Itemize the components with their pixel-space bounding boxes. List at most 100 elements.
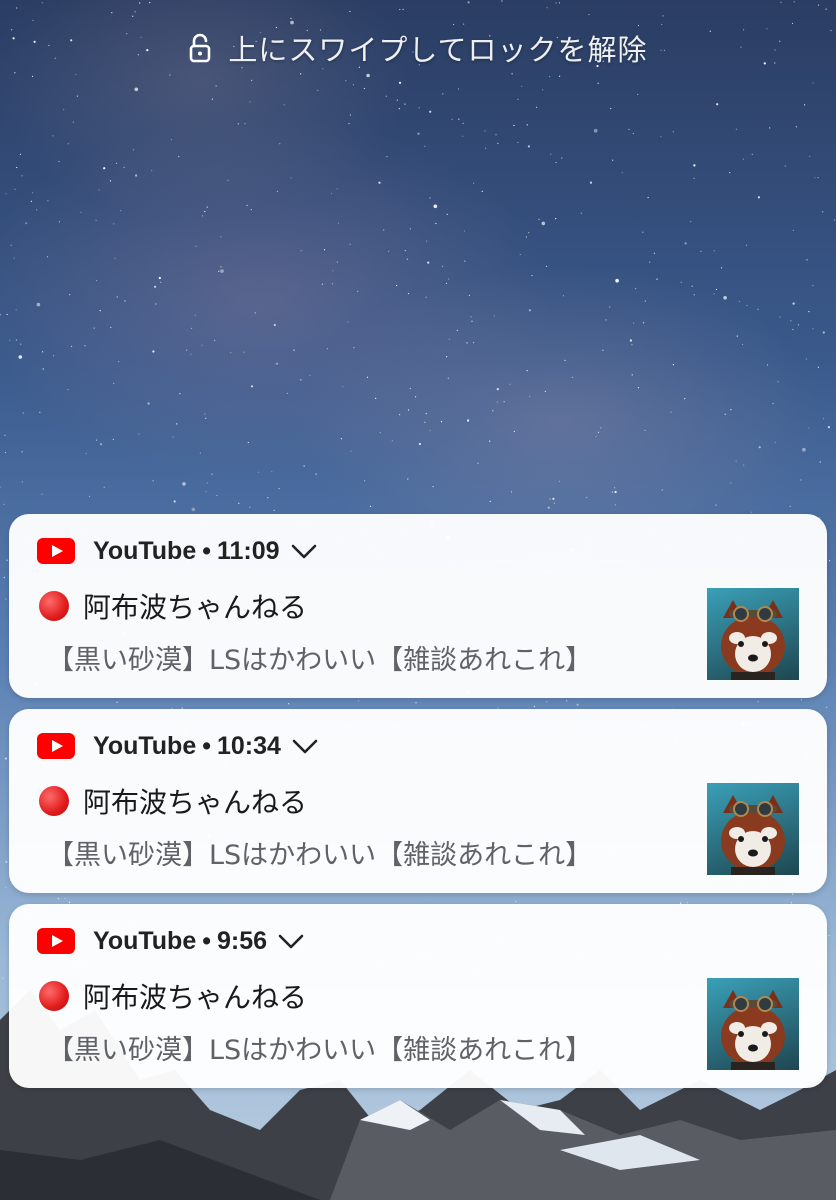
star [757,308,759,310]
star [808,427,810,429]
star [589,181,593,184]
star [615,278,619,283]
star [429,430,431,432]
star [46,256,49,258]
star [36,302,41,307]
star [67,143,69,145]
star [132,15,134,17]
star [481,190,483,192]
star [288,703,290,705]
star [566,700,568,702]
star [135,174,138,177]
star [398,108,400,110]
star [614,504,616,506]
chevron-down-icon[interactable] [277,931,305,951]
star [21,481,23,483]
star [468,294,470,296]
star [211,98,213,100]
unlock-hint: 上にスワイプしてロックを解除 [0,26,836,70]
star [134,87,139,92]
star [254,312,256,314]
star [340,438,342,440]
star [220,236,222,238]
star [558,480,561,482]
star [88,495,91,497]
notification-title: 阿布波ちゃんねる [39,586,307,626]
channel-thumbnail [707,588,799,680]
star [31,192,34,194]
star [511,73,513,75]
star [195,245,197,247]
star [300,250,302,252]
chevron-down-icon[interactable] [291,736,319,756]
star [790,320,792,322]
star [366,376,369,378]
star [750,511,752,513]
live-indicator-icon [39,981,69,1011]
star [5,598,7,600]
star [780,1,782,3]
star [735,460,737,462]
notification-card[interactable]: YouTube • 10:34 阿布波ちゃんねる 【黒い砂漠】LSはかわいい【雑… [9,709,827,893]
star [42,368,44,370]
star [96,439,98,441]
notification-text: 【黒い砂漠】LSはかわいい【雑談あれこれ】 [47,645,593,676]
star [201,344,203,346]
channel-name: 阿布波ちゃんねる [83,591,308,624]
star [643,322,645,324]
channel-name: 阿布波ちゃんねる [83,786,308,819]
star [391,440,393,442]
star [684,398,686,400]
star [735,128,738,130]
star [9,339,11,341]
star [138,433,140,435]
notification-card[interactable]: YouTube • 9:56 阿布波ちゃんねる 【黒い砂漠】LSはかわいい【雑談… [9,904,827,1088]
star [433,204,438,209]
star [63,109,65,111]
star [84,345,86,347]
chevron-down-icon[interactable] [290,541,318,561]
notification-card[interactable]: YouTube • 11:09 阿布波ちゃんねる 【黒い砂漠】LSはかわいい【雑… [9,514,827,698]
star [528,309,532,312]
star [111,12,113,14]
star [513,124,515,127]
star [16,166,18,169]
star [550,153,552,155]
star [385,95,387,97]
star [206,206,208,208]
star [519,253,521,256]
star [64,897,66,899]
star [649,261,651,263]
star [552,497,555,500]
star [4,451,7,454]
star [18,355,23,359]
star [95,219,97,221]
star [546,265,548,267]
star [201,215,204,217]
star [220,269,224,273]
star [751,153,753,155]
red-panda-avatar [721,990,785,1070]
star [496,401,498,403]
star [825,8,827,10]
star [609,306,611,308]
star [644,300,646,302]
star [178,155,180,158]
star [337,222,340,224]
star [510,491,513,493]
star [206,482,208,484]
star [15,309,17,311]
star [822,331,825,334]
star [757,701,759,703]
star [194,314,196,316]
star [155,303,157,305]
star [808,311,810,313]
star [52,135,54,137]
star [489,500,491,502]
star [273,323,276,327]
star [466,342,468,344]
star [25,222,28,225]
star [21,175,23,177]
star [75,74,77,76]
star [730,482,732,484]
